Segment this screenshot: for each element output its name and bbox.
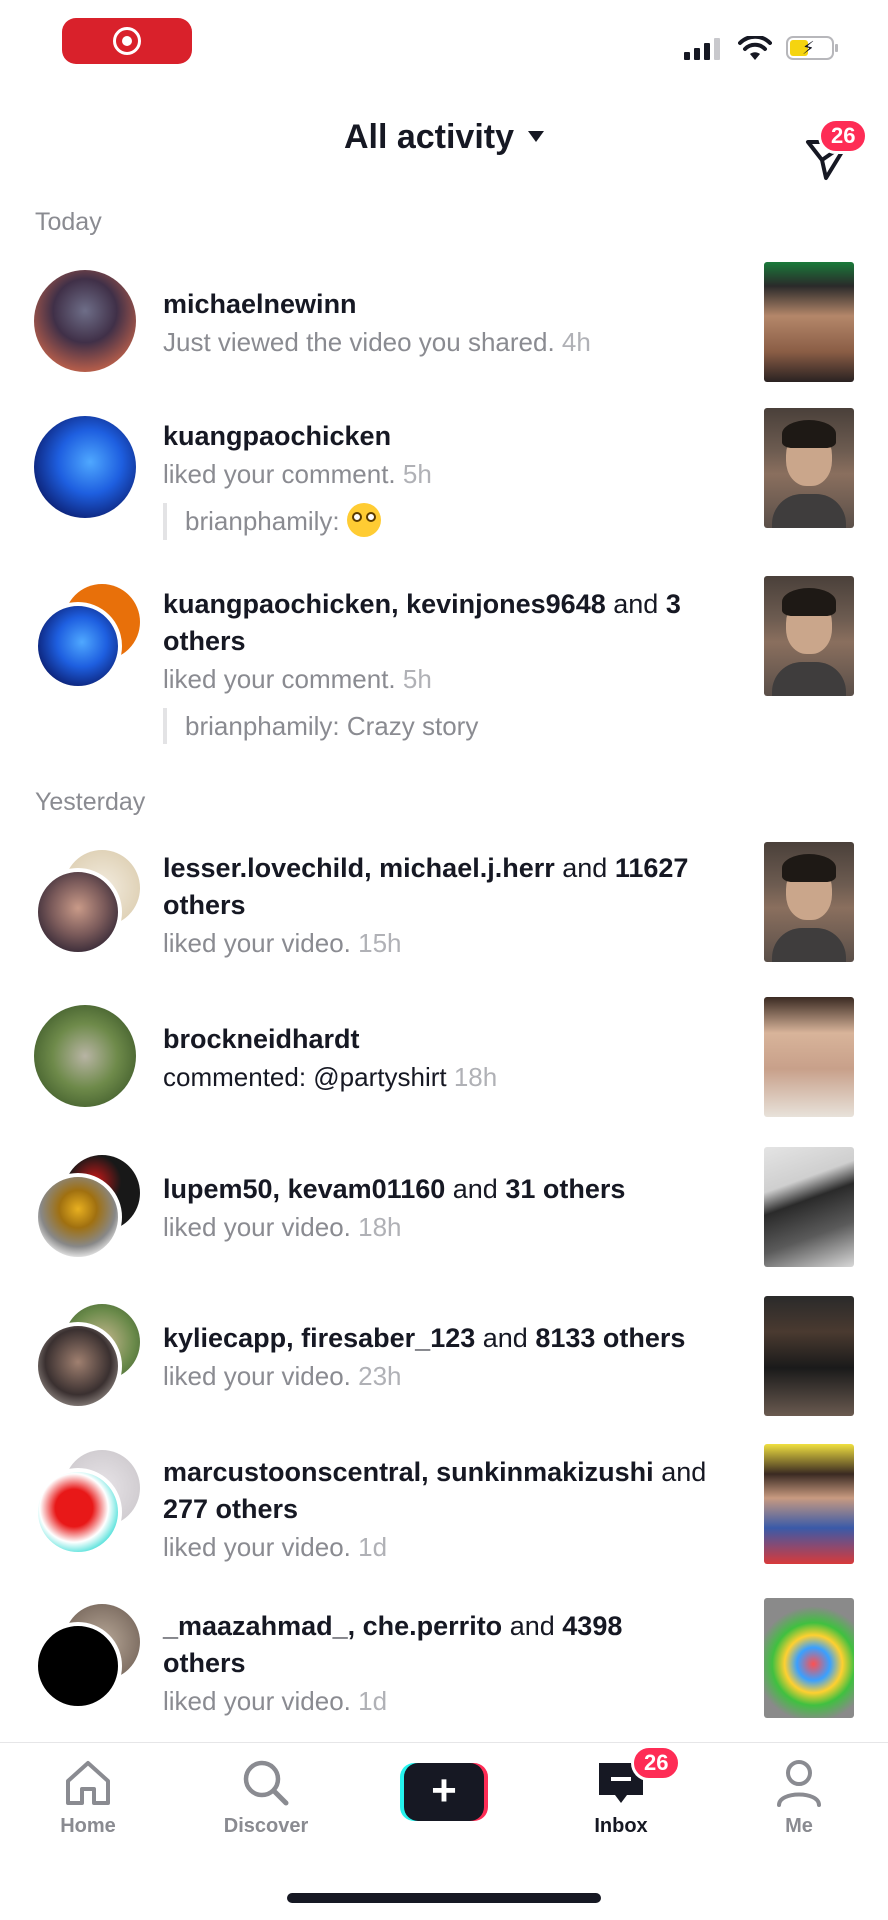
inbox-badge: 26 <box>631 1745 682 1781</box>
username[interactable]: lupem50 <box>163 1174 273 1204</box>
status-bar: ⚡ <box>0 0 888 90</box>
username[interactable]: lesser.lovechild <box>163 853 364 883</box>
timestamp: 1d <box>358 1686 388 1716</box>
direct-messages-button[interactable]: 26 <box>800 118 869 180</box>
activity-text: Just viewed the video you shared. <box>163 327 555 357</box>
avatar-group[interactable] <box>34 1604 140 1710</box>
timestamp: 5h <box>402 664 432 694</box>
username[interactable]: kevinjones9648 <box>406 589 606 619</box>
activity-item[interactable]: lupem50, kevam01160 and 31 others liked … <box>0 1145 888 1270</box>
activity-text: liked your video. <box>163 1361 351 1391</box>
video-thumbnail[interactable] <box>764 1147 854 1267</box>
record-icon <box>113 27 141 55</box>
timestamp: 18h <box>453 1062 498 1092</box>
plus-icon: + <box>404 1763 484 1821</box>
timestamp: 4h <box>561 327 591 357</box>
timestamp: 23h <box>358 1361 402 1391</box>
activity-text: liked your video. <box>163 1532 351 1562</box>
username[interactable]: kuangpaochicken <box>163 418 733 455</box>
activity-item[interactable]: michaelnewinn Just viewed the video you … <box>0 262 888 392</box>
activity-text: liked your video. <box>163 1212 351 1242</box>
activity-text: liked your video. <box>163 928 351 958</box>
avatar-group[interactable] <box>34 1304 140 1410</box>
username[interactable]: kyliecapp <box>163 1323 286 1353</box>
activity-filter-dropdown[interactable]: All activity <box>0 118 888 157</box>
activity-item[interactable]: marcustoonscentral, sunkinmakizushi and … <box>0 1444 888 1574</box>
caret-down-icon <box>528 130 545 142</box>
timestamp: 1d <box>358 1532 388 1562</box>
timestamp: 18h <box>358 1212 402 1242</box>
video-thumbnail[interactable] <box>764 262 854 382</box>
cellular-signal-icon <box>684 38 720 60</box>
battery-charging-icon: ⚡ <box>786 36 838 60</box>
nav-inbox[interactable]: 26 Inbox <box>561 1745 682 1838</box>
username[interactable]: kevam01160 <box>288 1174 446 1204</box>
inbox-header: All activity 26 <box>0 100 888 184</box>
avatar-group[interactable] <box>34 1155 140 1261</box>
activity-item[interactable]: brockneidhardt commented: @partyshirt 18… <box>0 995 888 1120</box>
section-yesterday: Yesterday <box>35 788 146 816</box>
screen-recording-indicator[interactable] <box>62 18 192 64</box>
username[interactable]: michaelnewinn <box>163 286 733 323</box>
activity-item[interactable]: kuangpaochicken, kevinjones9648 and 3 ot… <box>0 576 888 751</box>
username[interactable]: che.perrito <box>363 1611 503 1641</box>
avatar[interactable] <box>34 270 136 372</box>
home-icon <box>66 1761 110 1805</box>
video-thumbnail[interactable] <box>764 408 854 528</box>
timestamp: 15h <box>358 928 402 958</box>
username[interactable]: marcustoonscentral <box>163 1457 421 1487</box>
activity-item[interactable]: lesser.lovechild, michael.j.herr and 116… <box>0 840 888 970</box>
username[interactable]: michael.j.herr <box>379 853 555 883</box>
nav-discover[interactable]: Discover <box>206 1757 326 1838</box>
nav-home[interactable]: Home <box>28 1757 148 1838</box>
wifi-icon <box>738 36 772 60</box>
username[interactable]: sunkinmakizushi <box>436 1457 654 1487</box>
video-thumbnail[interactable] <box>764 842 854 962</box>
create-button[interactable]: + <box>400 1763 488 1821</box>
activity-text: liked your comment. <box>163 664 396 694</box>
flushed-face-emoji-icon <box>346 503 381 538</box>
activity-item[interactable]: kuangpaochicken liked your comment. 5h b… <box>0 408 888 553</box>
avatar[interactable] <box>34 416 136 518</box>
avatar[interactable] <box>34 1005 136 1107</box>
timestamp: 5h <box>402 459 432 489</box>
activity-text: liked your video. <box>163 1686 351 1716</box>
nav-me[interactable]: Me <box>739 1757 859 1838</box>
activity-text: commented: @partyshirt <box>163 1062 447 1092</box>
video-thumbnail[interactable] <box>764 1444 854 1564</box>
page-title: All activity <box>343 118 515 156</box>
activity-text: liked your comment. <box>163 459 396 489</box>
section-today: Today <box>35 208 102 236</box>
video-thumbnail[interactable] <box>764 1598 854 1718</box>
username[interactable]: brockneidhardt <box>163 1021 733 1058</box>
activity-item[interactable]: _maazahmad_, che.perrito and 4398 others… <box>0 1598 888 1728</box>
comment-quote: brianphamily: <box>163 503 733 541</box>
video-thumbnail[interactable] <box>764 576 854 696</box>
bottom-nav: Home Discover + 26 Inbox Me <box>0 1742 888 1873</box>
username[interactable]: _maazahmad_ <box>163 1611 348 1641</box>
avatar-group[interactable] <box>34 1450 140 1556</box>
username[interactable]: kuangpaochicken <box>163 589 391 619</box>
video-thumbnail[interactable] <box>764 1296 854 1416</box>
avatar-group[interactable] <box>34 584 140 690</box>
comment-quote: brianphamily: Crazy story <box>163 708 733 744</box>
home-indicator[interactable] <box>287 1893 601 1903</box>
messages-badge: 26 <box>818 118 869 154</box>
avatar-group[interactable] <box>34 850 140 956</box>
username[interactable]: firesaber_123 <box>301 1323 475 1353</box>
person-icon <box>777 1760 821 1807</box>
video-thumbnail[interactable] <box>764 997 854 1117</box>
search-icon <box>243 1760 289 1806</box>
activity-item[interactable]: kyliecapp, firesaber_123 and 8133 others… <box>0 1294 888 1419</box>
